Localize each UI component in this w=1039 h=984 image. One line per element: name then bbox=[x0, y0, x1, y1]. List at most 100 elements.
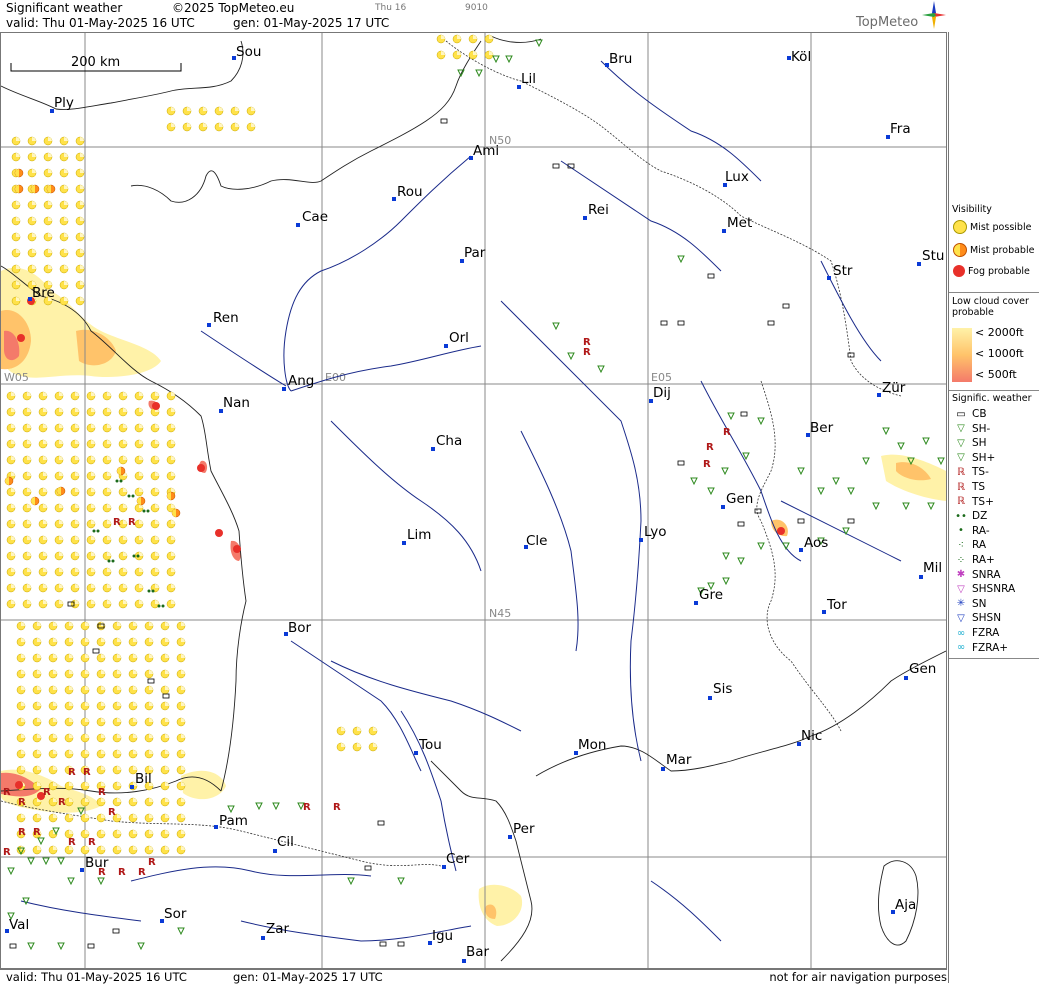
city-label[interactable]: Ang bbox=[288, 373, 314, 389]
city-label[interactable]: Aja bbox=[895, 897, 916, 913]
city-label[interactable]: Zar bbox=[266, 921, 290, 937]
city-label[interactable]: Ren bbox=[213, 310, 239, 326]
mist-possible-icon bbox=[230, 122, 240, 132]
city-label[interactable]: Ber bbox=[810, 420, 834, 436]
city-label[interactable]: Gen bbox=[909, 661, 936, 677]
legend-sig-label: TS- bbox=[972, 466, 989, 479]
mist-possible-icon bbox=[150, 535, 160, 545]
city-label[interactable]: Dij bbox=[653, 385, 671, 401]
legend-sig-label: SNRA bbox=[972, 568, 1001, 581]
mist-possible-icon bbox=[11, 152, 21, 162]
city-label[interactable]: Mil bbox=[923, 560, 942, 576]
city-label[interactable]: Lim bbox=[407, 527, 431, 543]
city-label[interactable]: Lux bbox=[725, 169, 749, 185]
city-label[interactable]: Cer bbox=[446, 851, 470, 867]
mist-probable-icon bbox=[56, 486, 66, 496]
city-label[interactable]: Tou bbox=[418, 737, 442, 753]
mist-possible-icon bbox=[166, 551, 176, 561]
city-label[interactable]: Stu bbox=[922, 248, 944, 264]
mist-possible-icon bbox=[112, 621, 122, 631]
mist-probable-label: Mist probable bbox=[970, 244, 1035, 256]
city-label[interactable]: Met bbox=[727, 215, 752, 231]
mist-possible-icon bbox=[86, 551, 96, 561]
mist-possible-icon bbox=[6, 519, 16, 529]
mist-possible-icon bbox=[27, 152, 37, 162]
mist-possible-icon bbox=[86, 487, 96, 497]
mist-possible-icon bbox=[59, 296, 69, 306]
mist-possible-icon bbox=[54, 599, 64, 609]
city-label[interactable]: Orl bbox=[449, 330, 469, 346]
mist-possible-icon bbox=[75, 264, 85, 274]
city-label[interactable]: Rou bbox=[397, 184, 423, 200]
mist-possible-icon bbox=[80, 653, 90, 663]
city-label[interactable]: Gen bbox=[726, 491, 753, 507]
city-label[interactable]: Köl bbox=[791, 49, 811, 65]
weather-map[interactable]: N50 N45 W05 E00 E05 200 km R R R R R R R… bbox=[0, 32, 947, 969]
mist-possible-icon bbox=[32, 669, 42, 679]
cb-cloud-icon bbox=[87, 943, 95, 949]
city-label[interactable]: Ply bbox=[54, 95, 74, 111]
city-label[interactable]: Mon bbox=[578, 737, 606, 753]
city-label[interactable]: Lil bbox=[521, 71, 536, 87]
city-label[interactable]: Pam bbox=[219, 813, 248, 829]
city-label[interactable]: Sor bbox=[164, 906, 187, 922]
cb-cloud-icon bbox=[847, 518, 855, 524]
city-marker bbox=[722, 229, 726, 233]
city-label[interactable]: Bur bbox=[85, 855, 109, 871]
city-label[interactable]: Bil bbox=[135, 771, 152, 787]
cb-cloud-icon bbox=[9, 943, 17, 949]
mist-possible-icon bbox=[54, 471, 64, 481]
shower-icon bbox=[255, 802, 263, 811]
city-label[interactable]: Cha bbox=[436, 433, 462, 449]
city-label[interactable]: Sis bbox=[713, 681, 732, 697]
mist-possible-icon bbox=[6, 599, 16, 609]
city-label[interactable]: Str bbox=[833, 263, 853, 279]
city-label[interactable]: Zür bbox=[882, 380, 906, 396]
mist-possible-icon bbox=[128, 621, 138, 631]
city-label[interactable]: Aos bbox=[804, 535, 828, 551]
mist-possible-icon bbox=[128, 653, 138, 663]
city-label[interactable]: Cae bbox=[302, 209, 328, 225]
mist-possible-icon bbox=[43, 168, 53, 178]
brand-logo[interactable]: TopMeteo bbox=[856, 15, 918, 30]
mist-possible-icon bbox=[70, 567, 80, 577]
mist-possible-icon bbox=[102, 519, 112, 529]
city-label[interactable]: Bor bbox=[288, 620, 312, 636]
city-label[interactable]: Fra bbox=[890, 121, 911, 137]
city-label[interactable]: Sou bbox=[236, 44, 261, 60]
thunderstorm-icon: R bbox=[68, 837, 76, 848]
city-label[interactable]: Mar bbox=[666, 752, 692, 768]
mist-possible-icon bbox=[144, 621, 154, 631]
city-label[interactable]: Rei bbox=[588, 202, 609, 218]
city-marker bbox=[414, 751, 418, 755]
city-label[interactable]: Ami bbox=[473, 143, 499, 159]
mist-possible-icon bbox=[86, 599, 96, 609]
city-label[interactable]: Nan bbox=[223, 395, 250, 411]
mist-possible-icon bbox=[54, 519, 64, 529]
mist-possible-swatch-icon bbox=[953, 220, 967, 234]
city-label[interactable]: Bre bbox=[32, 285, 55, 301]
city-label[interactable]: Per bbox=[513, 821, 535, 837]
city-label[interactable]: Bar bbox=[466, 944, 490, 960]
mist-possible-icon bbox=[32, 781, 42, 791]
city-label[interactable]: Nic bbox=[801, 728, 822, 744]
city-label[interactable]: Lyo bbox=[644, 524, 667, 540]
city-label[interactable]: Val bbox=[9, 917, 29, 933]
mist-possible-icon bbox=[198, 106, 208, 116]
city-label[interactable]: Cle bbox=[526, 533, 547, 549]
mist-possible-icon bbox=[102, 583, 112, 593]
mist-possible-icon bbox=[59, 184, 69, 194]
shower-icon bbox=[397, 877, 405, 886]
city-label[interactable]: Bru bbox=[609, 51, 632, 67]
mist-possible-icon bbox=[176, 685, 186, 695]
city-label[interactable]: Gre bbox=[699, 587, 723, 603]
city-label[interactable]: Igu bbox=[432, 928, 453, 944]
city-label[interactable]: Cil bbox=[277, 834, 294, 850]
mist-possible-icon bbox=[102, 487, 112, 497]
mist-possible-icon bbox=[48, 621, 58, 631]
shower-icon bbox=[475, 69, 483, 78]
ra-icon: ⁖ bbox=[958, 539, 964, 551]
city-label[interactable]: Par bbox=[464, 245, 486, 261]
mist-possible-icon bbox=[452, 34, 462, 44]
city-label[interactable]: Tor bbox=[826, 597, 847, 613]
